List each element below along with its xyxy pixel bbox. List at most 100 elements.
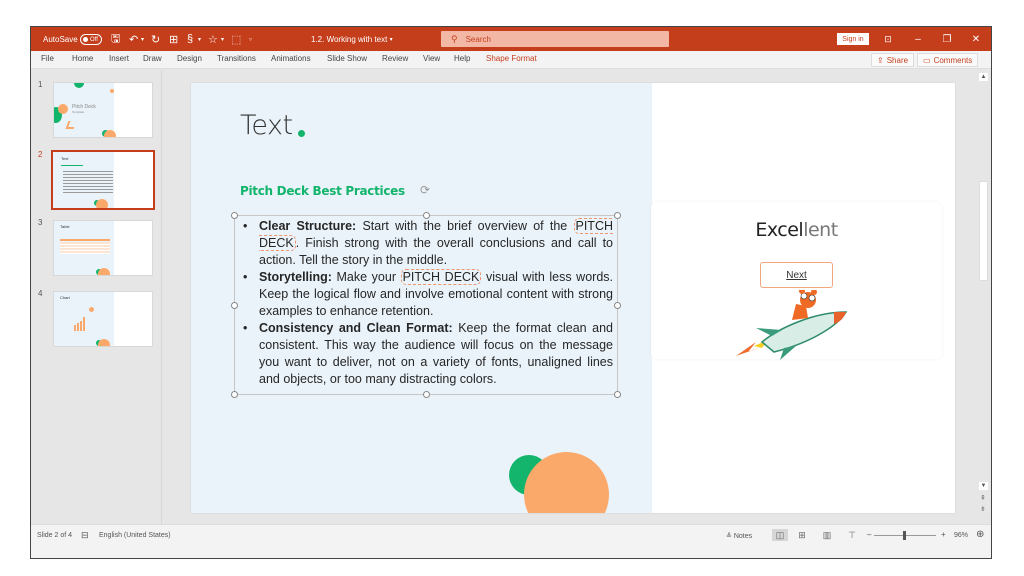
title-bar: AutoSave Off 🖫 ↶ ▾ ↻ ⊞ § ▾ ☆ ▾ ⬚ ▿ 1.2. … — [31, 27, 991, 51]
status-bar: Slide 2 of 4 ⊟ English (United States) ≜… — [31, 524, 991, 558]
search-box[interactable]: ⚲ Search — [441, 31, 669, 47]
scroll-down-icon[interactable]: ▼ — [979, 482, 988, 490]
scroll-thumb[interactable] — [979, 181, 988, 281]
undo-dropdown-icon[interactable]: ▾ — [141, 27, 144, 51]
present-icon[interactable]: ⊞ — [169, 27, 178, 51]
resize-handle[interactable] — [231, 212, 238, 219]
reading-view-icon[interactable]: ▥ — [819, 529, 835, 541]
notes-icon: ≜ — [726, 533, 732, 540]
accessibility-icon[interactable]: ⊟ — [81, 530, 89, 541]
bullet-list: Clear Structure: Start with the brief ov… — [241, 218, 613, 388]
slide-thumbnail-2[interactable]: Text — [51, 150, 155, 210]
fit-to-window-icon[interactable]: ⊕ — [976, 529, 984, 540]
undo-icon[interactable]: ↶ — [129, 27, 138, 51]
save-icon[interactable]: 🖫 — [111, 27, 120, 51]
vertical-scrollbar[interactable]: ▲ ▼ ⇞ ⇟ — [977, 70, 991, 524]
table-glyph — [60, 242, 110, 254]
scroll-up-icon[interactable]: ▲ — [979, 73, 988, 81]
shapes-dropdown-icon[interactable]: ▾ — [221, 27, 224, 51]
thumbnail-number: 4 — [38, 289, 43, 298]
format-painter-dropdown-icon[interactable]: ▾ — [198, 27, 201, 51]
tab-animations[interactable]: Animations — [271, 54, 311, 63]
slide-thumbnail-3[interactable]: Table — [53, 220, 153, 276]
shapes-icon[interactable]: ☆ — [208, 27, 218, 51]
select-icon[interactable]: ⬚ — [231, 27, 241, 51]
customize-icon[interactable]: ▿ — [249, 27, 252, 51]
slideshow-view-icon[interactable]: ⊤ — [844, 529, 860, 541]
thumbnail-title: Table — [60, 224, 70, 229]
bullet-item: Consistency and Clean Format: Keep the f… — [241, 320, 613, 388]
resize-handle[interactable] — [614, 212, 621, 219]
tab-insert[interactable]: Insert — [109, 54, 129, 63]
resize-handle[interactable] — [614, 302, 621, 309]
slide-sorter-view-icon[interactable]: ⊞ — [794, 529, 810, 541]
autosave-toggle[interactable]: Off — [80, 34, 102, 45]
resize-handle[interactable] — [231, 391, 238, 398]
zoom-slider-handle[interactable] — [902, 531, 906, 540]
comment-icon: ▭ — [923, 55, 931, 65]
search-placeholder: Search — [465, 34, 491, 44]
redo-icon[interactable]: ↻ — [151, 27, 160, 51]
slide-thumbnail-1[interactable]: Pitch Deck Template — [53, 82, 153, 138]
tab-home[interactable]: Home — [72, 54, 93, 63]
slide-subtitle[interactable]: Pitch Deck Best Practices — [240, 184, 405, 198]
close-button[interactable]: ✕ — [961, 27, 991, 51]
thumbnail-number: 1 — [38, 80, 43, 89]
tab-design[interactable]: Design — [177, 54, 202, 63]
feedback-message: Excellent — [755, 219, 838, 241]
tab-file[interactable]: File — [41, 54, 54, 63]
thumbnail-number: 2 — [38, 150, 43, 159]
resize-handle[interactable] — [614, 391, 621, 398]
resize-handle[interactable] — [423, 391, 430, 398]
next-button[interactable]: Next — [760, 262, 833, 288]
format-painter-icon[interactable]: § — [187, 27, 193, 51]
search-icon: ⚲ — [451, 33, 458, 44]
tab-transitions[interactable]: Transitions — [217, 54, 256, 63]
next-slide-icon[interactable]: ⇟ — [980, 505, 986, 513]
document-title[interactable]: 1.2. Working with text ▾ — [311, 27, 393, 51]
tab-draw[interactable]: Draw — [143, 54, 162, 63]
resize-handle[interactable] — [231, 302, 238, 309]
previous-slide-icon[interactable]: ⇞ — [980, 494, 986, 502]
title-dot — [298, 130, 305, 137]
minimize-button[interactable]: – — [903, 27, 933, 51]
thumbnail-number: 3 — [38, 218, 43, 227]
thumbnail-subtitle: Template — [72, 110, 85, 114]
sign-in-button[interactable]: Sign in — [837, 33, 869, 45]
bullet-item: Storytelling: Make your PITCH DECK visua… — [241, 269, 613, 320]
autosave-label: AutoSave — [43, 34, 78, 44]
tab-help[interactable]: Help — [454, 54, 470, 63]
zoom-level[interactable]: 96% — [954, 532, 968, 539]
powerpoint-window: AutoSave Off 🖫 ↶ ▾ ↻ ⊞ § ▾ ☆ ▾ ⬚ ▿ 1.2. … — [30, 26, 992, 559]
slide-thumbnail-pane: 1 Pitch Deck Template 2 Text 3 Table 4 C… — [31, 70, 162, 524]
tab-review[interactable]: Review — [382, 54, 408, 63]
text-lines — [63, 171, 113, 195]
share-button[interactable]: ⇪ Share — [871, 53, 915, 67]
feedback-card: Excellent Next — [651, 202, 942, 360]
bullet-textbox[interactable]: Clear Structure: Start with the brief ov… — [231, 212, 621, 398]
share-icon: ⇪ — [877, 55, 884, 65]
rocket-mascot-icon — [736, 290, 848, 360]
ribbon-display-icon[interactable]: ⊡ — [873, 27, 903, 51]
notes-button[interactable]: ≜ Notes — [726, 532, 752, 540]
zoom-out-button[interactable]: – — [867, 530, 871, 539]
thumbnail-title: Chart — [60, 295, 70, 300]
language-indicator[interactable]: English (United States) — [99, 532, 171, 539]
slide-indicator: Slide 2 of 4 — [37, 532, 73, 539]
tab-shape-format[interactable]: Shape Format — [486, 54, 537, 63]
zoom-in-button[interactable]: + — [941, 530, 946, 539]
slide-canvas[interactable]: Text Pitch Deck Best Practices ⟳ Clear S… — [191, 83, 955, 513]
tab-slide-show[interactable]: Slide Show — [327, 54, 367, 63]
bullet-item: Clear Structure: Start with the brief ov… — [241, 218, 613, 269]
normal-view-icon[interactable]: ◫ — [772, 529, 788, 541]
slide-thumbnail-4[interactable]: Chart — [53, 291, 153, 347]
slide-title[interactable]: Text — [240, 110, 293, 141]
restore-button[interactable]: ❐ — [932, 27, 962, 51]
spelling-highlight[interactable]: PITCH DECK — [400, 269, 482, 285]
thumbnail-title: Text — [61, 156, 69, 161]
autosave-state: Off — [90, 36, 98, 43]
rotate-handle-icon[interactable]: ⟳ — [420, 184, 433, 197]
ribbon-tabs: File Home Insert Draw Design Transitions… — [31, 51, 991, 69]
tab-view[interactable]: View — [423, 54, 440, 63]
comments-button[interactable]: ▭ Comments — [917, 53, 979, 67]
